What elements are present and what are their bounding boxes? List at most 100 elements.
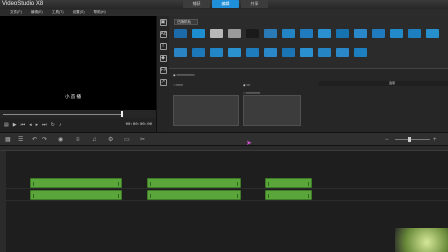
zoom-slider-handle[interactable] — [408, 137, 411, 142]
thumbnail-image — [318, 48, 331, 57]
options-header-strip — [319, 81, 448, 86]
next-frame-icon[interactable]: ▸ — [36, 121, 39, 129]
library-thumbnail[interactable] — [264, 29, 277, 43]
library-thumbnail[interactable] — [336, 29, 349, 43]
record-icon[interactable]: ◉ — [58, 136, 63, 144]
scrub-bar[interactable] — [0, 110, 156, 118]
thumbnail-image — [354, 29, 367, 38]
playback-controls: ▤ ▶ ⏮ ◂ ▸ ⏭ ↻ ♪ 00:00:00:00 — [0, 118, 156, 132]
thumbnail-image — [174, 48, 187, 57]
timeline-clip[interactable] — [147, 190, 241, 200]
preview-overlay-text: 小 首 播 — [65, 94, 82, 99]
title-bar: VideoStudio X8 捕获 编辑 共享 — [0, 0, 448, 9]
menu-bar: 文件(F) 编辑(E) 工具(T) 设置(S) 帮助(H) — [0, 9, 448, 16]
title-icon[interactable]: T — [159, 43, 167, 50]
split-icon[interactable]: ✂ — [140, 136, 145, 144]
thumbnail-image — [192, 29, 205, 38]
library-thumbnail[interactable] — [246, 48, 259, 62]
thumbnail-image — [354, 48, 367, 57]
graphic-icon[interactable]: ◆ — [159, 55, 167, 62]
timeline-ruler[interactable] — [0, 146, 448, 151]
library-thumbnail[interactable] — [390, 29, 403, 43]
library-thumbnail[interactable] — [192, 48, 205, 62]
library-thumbnail[interactable] — [300, 48, 313, 62]
thumbnail-image — [300, 29, 313, 38]
end-icon[interactable]: ⏭ — [42, 121, 47, 129]
library-thumbnail[interactable] — [210, 29, 223, 43]
timeline-clip[interactable] — [30, 190, 122, 200]
library-thumbnail[interactable] — [264, 48, 277, 62]
auto-music-icon[interactable]: ♫ — [92, 136, 97, 144]
preset-box-right[interactable] — [243, 95, 301, 126]
tab-edit[interactable]: 编辑 — [212, 0, 239, 8]
library-thumbnail[interactable] — [354, 29, 367, 43]
thumbnail-image — [210, 48, 223, 57]
library-thumbnail[interactable] — [300, 29, 313, 43]
motion-icon[interactable]: ⚙ — [108, 136, 113, 144]
thumbnail-image — [426, 29, 439, 38]
subtitle-icon[interactable]: ▭ — [124, 136, 130, 144]
path-icon[interactable]: ↗ — [159, 79, 167, 86]
filter-icon[interactable]: FX — [159, 67, 167, 74]
menu-settings[interactable]: 设置(S) — [73, 9, 85, 16]
undo-icon[interactable]: ↶ — [32, 136, 37, 144]
library-panel: ▣ AB T ◆ FX ↗ 已随机轨 选项 ◉ ━━━━━━━━━━ ○ ━━━… — [156, 16, 448, 132]
timeline-clip[interactable] — [30, 178, 122, 188]
library-thumbnail[interactable] — [174, 29, 187, 43]
timeline-clip[interactable] — [265, 190, 312, 200]
library-thumbnail[interactable] — [210, 48, 223, 62]
thumbnail-image — [228, 29, 241, 38]
redo-icon[interactable]: ↷ — [42, 136, 47, 144]
library-thumbnail[interactable] — [228, 29, 241, 43]
tab-share[interactable]: 共享 — [241, 0, 268, 8]
zoom-slider[interactable] — [395, 139, 430, 140]
library-thumbnail[interactable] — [174, 48, 187, 62]
timecode-display[interactable]: 00:00:00:00 — [126, 123, 152, 127]
duration-row: ◉ ━━━━━━━━━━ — [173, 73, 195, 77]
storyboard-view-icon[interactable]: ▦ — [5, 136, 11, 144]
tab-capture[interactable]: 捕获 — [183, 0, 210, 8]
preset-box-left[interactable] — [173, 95, 239, 126]
repeat-icon[interactable]: ↻ — [51, 121, 55, 129]
library-thumbnail[interactable] — [228, 48, 241, 62]
library-thumbnail[interactable] — [246, 29, 259, 43]
menu-help[interactable]: 帮助(H) — [94, 9, 106, 16]
scrub-track[interactable] — [3, 114, 123, 115]
radio-option-2[interactable]: ◉ ━━ — [243, 83, 250, 87]
library-thumbnail[interactable] — [426, 29, 439, 43]
library-thumbnail[interactable] — [192, 29, 205, 43]
menu-edit[interactable]: 编辑(E) — [31, 9, 43, 16]
transition-icon[interactable]: AB — [159, 31, 167, 38]
library-thumbnail[interactable] — [372, 29, 385, 43]
home-icon[interactable]: ⏮ — [21, 121, 26, 129]
project-clip-toggle-icon[interactable]: ▤ — [4, 121, 9, 129]
menu-file[interactable]: 文件(F) — [10, 9, 22, 16]
library-thumbnail[interactable] — [336, 48, 349, 62]
library-thumbnail[interactable] — [282, 29, 295, 43]
preview-window[interactable]: 小 首 播 — [0, 16, 156, 110]
library-thumbnail[interactable] — [318, 48, 331, 62]
zoom-in-icon[interactable]: + — [433, 136, 437, 144]
prev-frame-icon[interactable]: ◂ — [29, 121, 32, 129]
timeline-toolbar: ▦ ☰ ↶ ↷ ◉ ≡ ♫ ⚙ ▭ ✂ − + — [0, 132, 448, 146]
library-thumbnail[interactable] — [408, 29, 421, 43]
library-thumbnail[interactable] — [354, 48, 367, 62]
thumbnail-image — [282, 48, 295, 57]
library-thumbnail[interactable] — [282, 48, 295, 62]
timeline-clip[interactable] — [265, 178, 312, 188]
thumbnail-image — [372, 29, 385, 38]
timeline-view-icon[interactable]: ☰ — [18, 136, 23, 144]
library-category-dropdown[interactable]: 已随机轨 — [174, 19, 198, 25]
volume-icon[interactable]: ♪ — [59, 121, 62, 129]
scrub-handle[interactable] — [121, 111, 123, 117]
media-icon[interactable]: ▣ — [159, 19, 167, 26]
mixer-icon[interactable]: ≡ — [76, 136, 80, 144]
library-thumbnail[interactable] — [318, 29, 331, 43]
options-panel: 选项 ◉ ━━━━━━━━━━ ○ ━━━━ ◉ ━━ ○ ━━━━━━━━ — [169, 68, 448, 132]
zoom-out-icon[interactable]: − — [385, 136, 389, 144]
play-icon[interactable]: ▶ — [13, 121, 17, 129]
options-label[interactable]: 选项 — [389, 81, 395, 85]
menu-tools[interactable]: 工具(T) — [52, 9, 64, 16]
thumbnail-grid — [174, 29, 446, 62]
timeline-clip[interactable] — [147, 178, 241, 188]
